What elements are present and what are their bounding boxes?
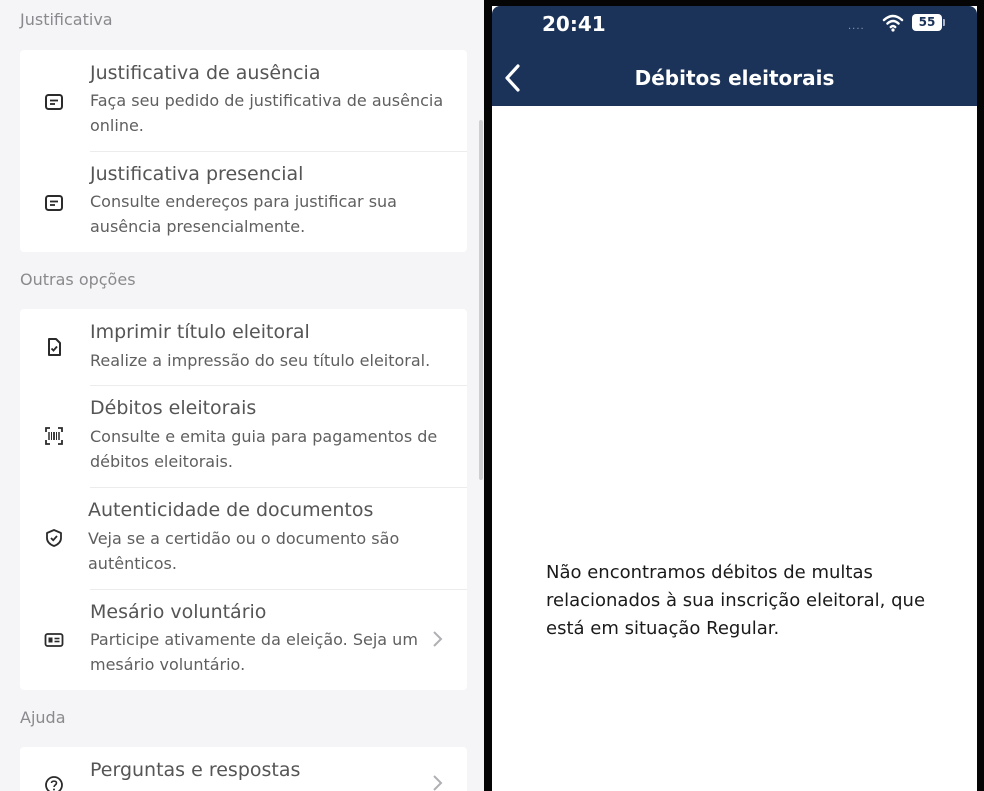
signal-icon: .... [848, 21, 865, 32]
wifi-icon [882, 14, 904, 32]
chevron-right-icon [433, 775, 443, 791]
scrollbar[interactable] [479, 120, 483, 480]
menu-item-description: Faça seu pedido de justificativa de ausê… [90, 91, 444, 135]
menu-item-justificativa-ausencia[interactable]: Justificativa de ausência Faça seu pedid… [20, 50, 467, 151]
menu-item-mesario-voluntario[interactable]: Mesário voluntário Participe ativamente … [20, 590, 467, 690]
question-circle-icon [45, 776, 63, 791]
menu-item-debitos-eleitorais[interactable]: Débitos eleitorais Consulte e emita guia… [20, 386, 467, 487]
navigation-header: 20:41 .... 55 Débitos eleitorais [492, 6, 977, 106]
no-debts-message: Não encontramos débitos de multas relaci… [546, 562, 926, 639]
menu-item-title: Débitos eleitorais [90, 397, 257, 419]
barcode-scan-icon [45, 427, 63, 445]
section-label-ajuda: Ajuda [20, 708, 66, 727]
menu-item-title: Mesário voluntário [90, 601, 267, 623]
menu-item-description: Realize a impressão do seu título eleito… [90, 351, 431, 370]
card-outras-opcoes: Imprimir título eleitoral Realize a impr… [20, 309, 467, 690]
document-check-icon [48, 338, 61, 356]
card-justificativa: Justificativa de ausência Faça seu pedid… [20, 50, 467, 252]
menu-item-description: Veja se a certidão ou o documento são au… [88, 529, 400, 573]
menu-item-description: Consulte e emita guia para pagamentos de… [90, 427, 438, 471]
id-card-icon [44, 633, 64, 647]
menu-item-autenticidade-documentos[interactable]: Autenticidade de documentos Veja se a ce… [20, 488, 467, 589]
section-label-justificativa: Justificativa [20, 10, 113, 29]
chevron-right-icon [433, 631, 443, 647]
battery-icon: 55 [912, 14, 942, 31]
card-ajuda: Perguntas e respostas [20, 747, 467, 791]
message-icon [45, 195, 63, 211]
shield-check-icon [46, 529, 62, 547]
menu-item-title: Imprimir título eleitoral [90, 321, 310, 343]
menu-item-title: Perguntas e respostas [90, 759, 301, 781]
status-time: 20:41 [542, 12, 606, 36]
menu-item-imprimir-titulo[interactable]: Imprimir título eleitoral Realize a impr… [20, 309, 467, 385]
menu-item-title: Justificativa presencial [90, 163, 304, 185]
menu-item-title: Autenticidade de documentos [88, 499, 374, 521]
debitos-eleitorais-screen: 20:41 .... 55 Débitos eleitorais Não enc… [492, 6, 977, 791]
section-label-outras-opcoes: Outras opções [20, 270, 136, 289]
menu-item-description: Participe ativamente da eleição. Seja um… [90, 630, 418, 674]
menu-item-title: Justificativa de ausência [90, 62, 321, 84]
battery-tip [943, 19, 945, 26]
menu-item-justificativa-presencial[interactable]: Justificativa presencial Consulte endere… [20, 152, 467, 252]
menu-item-description: Consulte endereços para justificar sua a… [90, 192, 397, 236]
message-icon [45, 94, 63, 110]
menu-item-perguntas-respostas[interactable]: Perguntas e respostas [20, 747, 467, 791]
services-menu-screen: Justificativa Justificativa de ausência … [0, 0, 484, 791]
page-title: Débitos eleitorais [634, 66, 835, 90]
